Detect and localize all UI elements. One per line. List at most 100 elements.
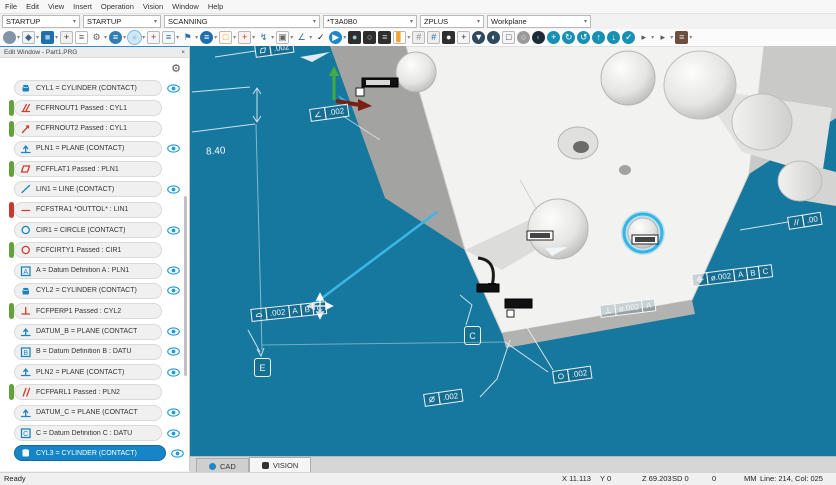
stage-center-icon[interactable]: ▼ [472,31,485,44]
menu-vision[interactable]: Vision [143,2,163,11]
sidebar-item-fcfcirty1[interactable]: FCFCIRTY1 Passed : CIR1 [14,242,184,258]
lens-cw-icon[interactable]: ↻ [562,31,575,44]
visibility-eye-icon[interactable] [167,327,180,336]
visibility-eye-icon[interactable] [167,347,180,356]
tip-combo[interactable]: STARTUP▾ [83,15,161,28]
dropdown-arrow-icon[interactable]: ▾ [195,34,198,41]
gears-icon[interactable]: ⚙ [90,31,103,44]
workplane-combo[interactable]: Workplane▾ [487,15,591,28]
dropdown-arrow-icon[interactable]: ▾ [233,34,236,41]
visibility-eye-icon[interactable] [167,286,180,295]
dropdown-arrow-icon[interactable]: ▾ [214,34,217,41]
lens-add-icon[interactable]: + [547,31,560,44]
dropdown-arrow-icon[interactable]: ▾ [407,34,410,41]
dropdown-arrow-icon[interactable]: ▾ [689,34,692,41]
dropdown-arrow-icon[interactable]: ▾ [290,34,293,41]
menu-help[interactable]: Help [208,2,223,11]
sidebar-scrollbar[interactable] [184,196,187,376]
dropdown-arrow-icon[interactable]: ▾ [252,34,255,41]
menu-edit[interactable]: Edit [26,2,39,11]
alignment-icon[interactable]: ≡ [109,31,122,44]
visibility-eye-icon[interactable] [167,185,180,194]
axis-combo[interactable]: ZPLUS▾ [420,15,484,28]
target-icon[interactable]: + [238,31,251,44]
menu-view[interactable]: View [48,2,64,11]
program-combo[interactable]: SCANNING▾ [164,15,320,28]
database-icon[interactable]: ≡ [200,31,213,44]
flag-icon[interactable]: ⚑ [181,31,194,44]
feature-tree-icon[interactable]: ≡ [162,31,175,44]
lens-ccw-icon[interactable]: ↺ [577,31,590,44]
dropdown-arrow-icon[interactable]: ▾ [142,34,145,41]
illumination-icon[interactable]: ○ [517,31,530,44]
visibility-eye-icon[interactable] [167,429,180,438]
sidebar-item-datum-b[interactable]: BB = Datum Definition B : DATU [14,344,184,360]
visibility-eye-icon[interactable] [167,368,180,377]
sidebar-item-fcfparl1[interactable]: FCFPARL1 Passed : PLN2 [14,384,184,400]
visibility-eye-icon[interactable] [167,144,180,153]
tab-cad[interactable]: CAD [196,458,249,473]
lens-sync-icon[interactable]: ✓ [622,31,635,44]
probe-rotate-icon[interactable]: ▸ [656,31,669,44]
copy-icon[interactable]: ▣ [276,31,289,44]
sidebar-item-fcfstra1[interactable]: FCFSTRA1 *OUTTOL* : LIN1 [14,202,184,218]
probe-icon[interactable] [3,31,16,44]
sidebar-item-datum-c-plane[interactable]: DATUM_C = PLANE (CONTACT [14,405,184,421]
measure-angle-icon[interactable]: ∠ [295,31,308,44]
menu-window[interactable]: Window [172,2,199,11]
gear-icon[interactable]: ⚙ [171,62,181,75]
dropdown-arrow-icon[interactable]: ▾ [309,34,312,41]
zoom-fit-icon[interactable]: □ [502,31,515,44]
sphere-feature-top[interactable] [601,51,655,105]
edit-window-header[interactable]: Edit Window - Part1.PRG × [0,46,189,58]
visibility-eye-icon[interactable] [167,226,180,235]
sidebar-item-cir1[interactable]: CIR1 = CIRCLE (CONTACT) [14,222,184,238]
axes-icon[interactable]: + [147,31,160,44]
cad-cube-icon[interactable]: ◆ [22,31,35,44]
menu-insert[interactable]: Insert [73,2,92,11]
sphere-feature-left[interactable] [396,52,436,92]
dropdown-arrow-icon[interactable]: ▾ [343,34,346,41]
datum-flag-e[interactable]: E [254,358,271,377]
lens-down-icon[interactable]: ↓ [607,31,620,44]
dropdown-arrow-icon[interactable]: ▾ [123,34,126,41]
stage-move-icon[interactable]: + [457,31,470,44]
sidebar-item-datum-a[interactable]: AA = Datum Definition A : PLN1 [14,263,184,279]
lens-up-icon[interactable]: ↑ [592,31,605,44]
close-icon[interactable]: × [181,49,185,56]
sidebar-item-fcfperp1[interactable]: FCFPERP1 Passed : CYL2 [14,303,184,319]
part-cube-icon[interactable]: ■ [41,31,54,44]
camera-settings-icon[interactable]: ○ [363,31,376,44]
visibility-eye-icon[interactable] [167,408,180,417]
cad-viewport[interactable]: 8.40 .002.002.002ABCø.002Aø.002ABC.002.0… [190,46,836,456]
camera-icon[interactable]: ● [348,31,361,44]
sidebar-item-fcfrnout2[interactable]: FCFRNOUT2 Passed : CYL1 [14,121,184,137]
dropdown-arrow-icon[interactable]: ▾ [104,34,107,41]
check-icon[interactable]: ✓ [314,31,327,44]
dropdown-arrow-icon[interactable]: ▾ [176,34,179,41]
sidebar-item-datum-b-plane[interactable]: DATUM_B = PLANE (CONTACT [14,324,184,340]
execute-icon[interactable]: ▶ [329,31,342,44]
live-view-icon[interactable]: ◐ [487,31,500,44]
dropdown-arrow-icon[interactable]: ▾ [271,34,274,41]
toolchanger-icon[interactable]: ≡ [675,31,688,44]
dark-field-icon[interactable]: ◐ [532,31,545,44]
sidebar-item-cyl2[interactable]: CYL2 = CYLINDER (CONTACT) [14,283,184,299]
comment-icon[interactable]: ≡ [75,31,88,44]
visibility-eye-icon[interactable] [167,266,180,275]
sidebar-item-fcfflat1[interactable]: FCFFLAT1 Passed : PLN1 [14,161,184,177]
cad-model-canvas[interactable] [190,46,836,456]
frame-icon[interactable]: □ [219,31,232,44]
pixel-count-icon[interactable]: # [412,31,425,44]
dropdown-arrow-icon[interactable]: ▾ [651,34,654,41]
sidebar-item-cyl3[interactable]: CYL3 = CYLINDER (CONTACT) [14,445,184,461]
menu-file[interactable]: File [5,2,17,11]
probe-small-icon[interactable]: ▸ [637,31,650,44]
lightning-icon[interactable]: ↯ [257,31,270,44]
visibility-eye-icon[interactable] [171,449,184,458]
move-view-icon[interactable]: + [60,31,73,44]
graphic-view-icon[interactable]: ● [128,31,141,44]
pixel-grid-icon[interactable]: # [427,31,440,44]
probe-combo[interactable]: STARTUP▾ [2,15,80,28]
snapshot-icon[interactable]: ● [442,31,455,44]
